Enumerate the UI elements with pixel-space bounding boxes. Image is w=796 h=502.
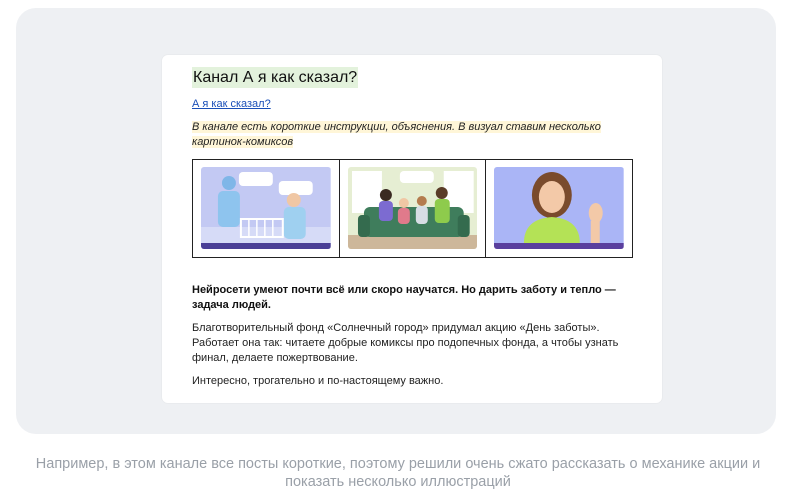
comic-panel-2[interactable] — [340, 160, 487, 257]
figure-caption: Например, в этом канале все посты коротк… — [35, 456, 761, 490]
comic-panel-1[interactable] — [193, 160, 340, 257]
comic-panel-3[interactable] — [486, 160, 632, 257]
post-bold-text: Нейросети умеют почти всё или скоро науч… — [192, 284, 616, 311]
comic-doctors-illustration — [201, 167, 331, 249]
post-intro: В канале есть короткие инструкции, объяс… — [192, 121, 601, 148]
channel-link[interactable]: А я как сказал? — [192, 98, 271, 111]
comics-strip — [192, 159, 633, 258]
post-title: Канал А я как сказал? — [192, 67, 359, 88]
comic-woman-waving-illustration — [494, 167, 625, 249]
comic-family-sofa-illustration — [347, 167, 478, 249]
post-card: Канал А я как сказал? А я как сказал? В … — [162, 55, 662, 403]
post-final-text: Интересно, трогательно и по-настоящему в… — [192, 375, 444, 387]
post-body-text: Благотворительный фонд «Солнечный город»… — [192, 322, 619, 364]
example-frame: Канал А я как сказал? А я как сказал? В … — [16, 8, 776, 434]
